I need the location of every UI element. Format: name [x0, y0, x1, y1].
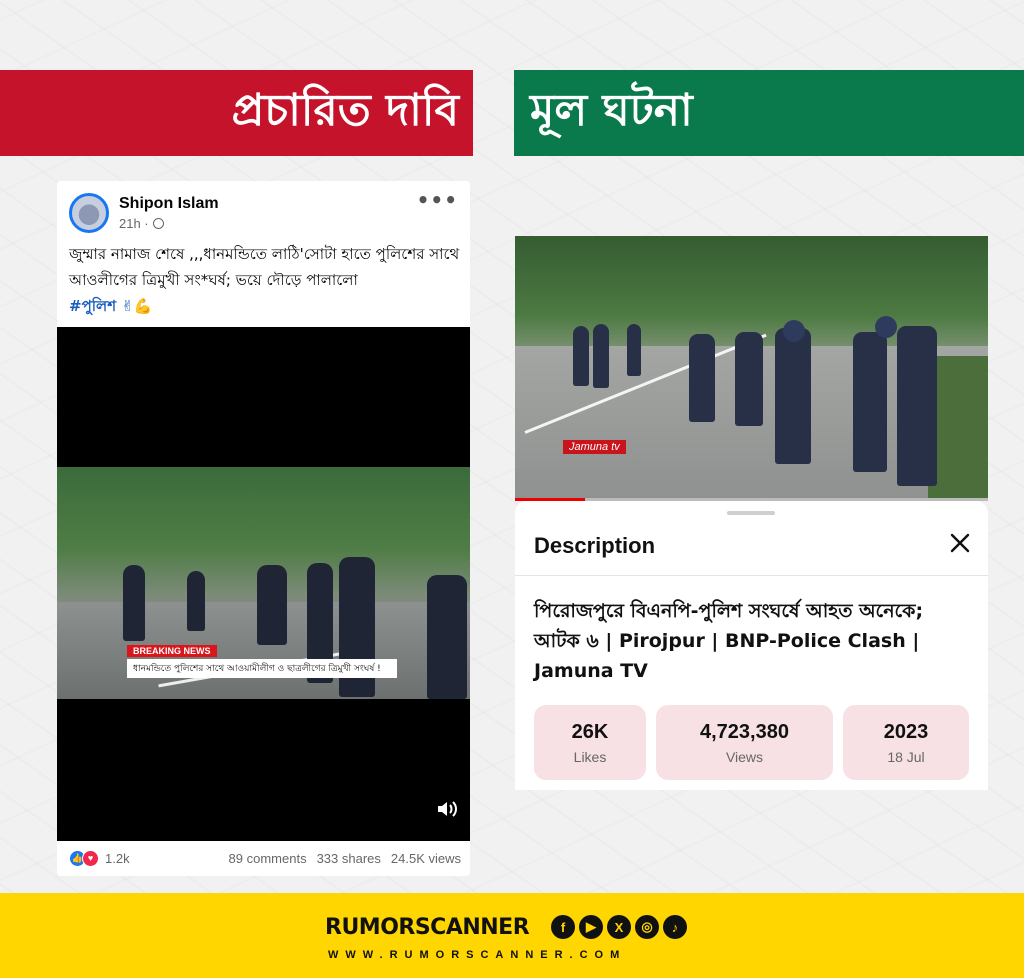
drag-handle[interactable]: [727, 511, 775, 515]
likes-stat: 26K Likes: [534, 705, 646, 780]
claim-banner-label: প্রচারিত দাবি: [231, 84, 459, 136]
video-thumbnail: BREAKING NEWS ধানমন্ডিতে পুলিশের সাথে আও…: [57, 467, 470, 699]
more-options-icon[interactable]: •••: [417, 190, 458, 210]
description-panel: Description পিরোজপুরে বিএনপি-পুলিশ সংঘর্…: [515, 501, 988, 790]
love-reaction-icon: ♥: [82, 849, 99, 867]
youtube-video-frame[interactable]: Jamuna tv: [515, 236, 988, 501]
post-stats: 89 comments 333 shares 24.5K views: [229, 851, 461, 866]
video-person: [689, 334, 715, 422]
website-url[interactable]: WWW.RUMORSCANNER.COM: [328, 949, 626, 961]
globe-icon: [152, 218, 164, 229]
video-title: পিরোজপুরে বিএনপি-পুলিশ সংঘর্ষে আহত অনেকে…: [534, 600, 924, 682]
post-meta: Shipon Islam 21h ·: [119, 195, 219, 231]
facebook-post-card: Shipon Islam 21h · ••• জুম্মার নামাজ শেষ…: [57, 181, 470, 876]
post-video-player[interactable]: BREAKING NEWS ধানমন্ডিতে পুলিশের সাথে আও…: [57, 327, 470, 841]
video-person: [735, 332, 763, 426]
video-grass: [928, 356, 988, 501]
divider: [515, 575, 988, 576]
video-person: [897, 326, 937, 486]
post-timestamp[interactable]: 21h ·: [119, 216, 219, 231]
shares-count[interactable]: 333 shares: [317, 851, 381, 866]
date-label: 18 Jul: [887, 748, 925, 765]
video-helmet: [875, 316, 897, 338]
fact-banner: মূল ঘটনা: [514, 70, 1024, 156]
x-icon[interactable]: X: [607, 915, 631, 939]
youtube-icon[interactable]: ▶: [579, 915, 603, 939]
video-helmet: [783, 320, 805, 342]
breaking-news-label: BREAKING NEWS: [127, 645, 217, 657]
fact-banner-label: মূল ঘটনা: [530, 84, 693, 136]
views-count: 24.5K views: [390, 850, 461, 866]
jamuna-tv-logo: Jamuna tv: [563, 440, 626, 454]
close-icon[interactable]: [948, 531, 972, 555]
reaction-count: 1.2k: [105, 850, 130, 866]
avatar[interactable]: [69, 193, 109, 233]
video-person: [123, 565, 145, 641]
volume-icon[interactable]: [436, 799, 458, 819]
post-text: জুম্মার নামাজ শেষে ,,,ধানমন্ডিতে লাঠি'সো…: [69, 241, 461, 319]
video-person: [775, 328, 811, 464]
brand-name: RUMORSCANNER: [325, 915, 530, 940]
video-person: [257, 565, 287, 645]
description-header: Description: [534, 533, 656, 558]
instagram-icon[interactable]: ◎: [635, 915, 659, 939]
post-header: Shipon Islam 21h ·: [69, 193, 219, 233]
video-person: [627, 324, 641, 376]
date-stat: 2023 18 Jul: [843, 705, 969, 780]
video-person: [187, 571, 205, 631]
social-icons: f ▶ X ◎ ♪: [551, 915, 687, 939]
likes-label: Likes: [573, 748, 607, 765]
video-person: [853, 332, 887, 472]
post-body: জুম্মার নামাজ শেষে ,,,ধানমন্ডিতে লাঠি'সো…: [69, 245, 460, 289]
views-label: Views: [725, 748, 764, 765]
video-person: [593, 324, 609, 388]
comments-count[interactable]: 89 comments: [229, 851, 307, 866]
facebook-icon[interactable]: f: [551, 915, 575, 939]
post-footer: 👍 ♥ 1.2k 89 comments 333 shares 24.5K vi…: [69, 847, 461, 869]
views-value: 4,723,380: [700, 720, 789, 743]
breaking-news-ticker: ধানমন্ডিতে পুলিশের সাথে আওয়ামীলীগ ও ছাত…: [127, 659, 397, 678]
claim-banner: প্রচারিত দাবি: [0, 70, 473, 156]
post-hashtag[interactable]: #পুলিশ ✌💪: [69, 297, 153, 315]
post-time-text: 21h ·: [119, 216, 149, 231]
video-person: [427, 575, 467, 699]
footer-bar: RUMORSCANNER f ▶ X ◎ ♪ WWW.RUMORSCANNER.…: [0, 893, 1024, 978]
year-value: 2023: [883, 720, 929, 743]
tiktok-icon[interactable]: ♪: [663, 915, 687, 939]
reactions[interactable]: 👍 ♥ 1.2k: [69, 849, 130, 867]
video-person: [573, 326, 589, 386]
post-author-name[interactable]: Shipon Islam: [119, 195, 219, 213]
views-stat: 4,723,380 Views: [656, 705, 833, 780]
likes-value: 26K: [571, 720, 609, 743]
